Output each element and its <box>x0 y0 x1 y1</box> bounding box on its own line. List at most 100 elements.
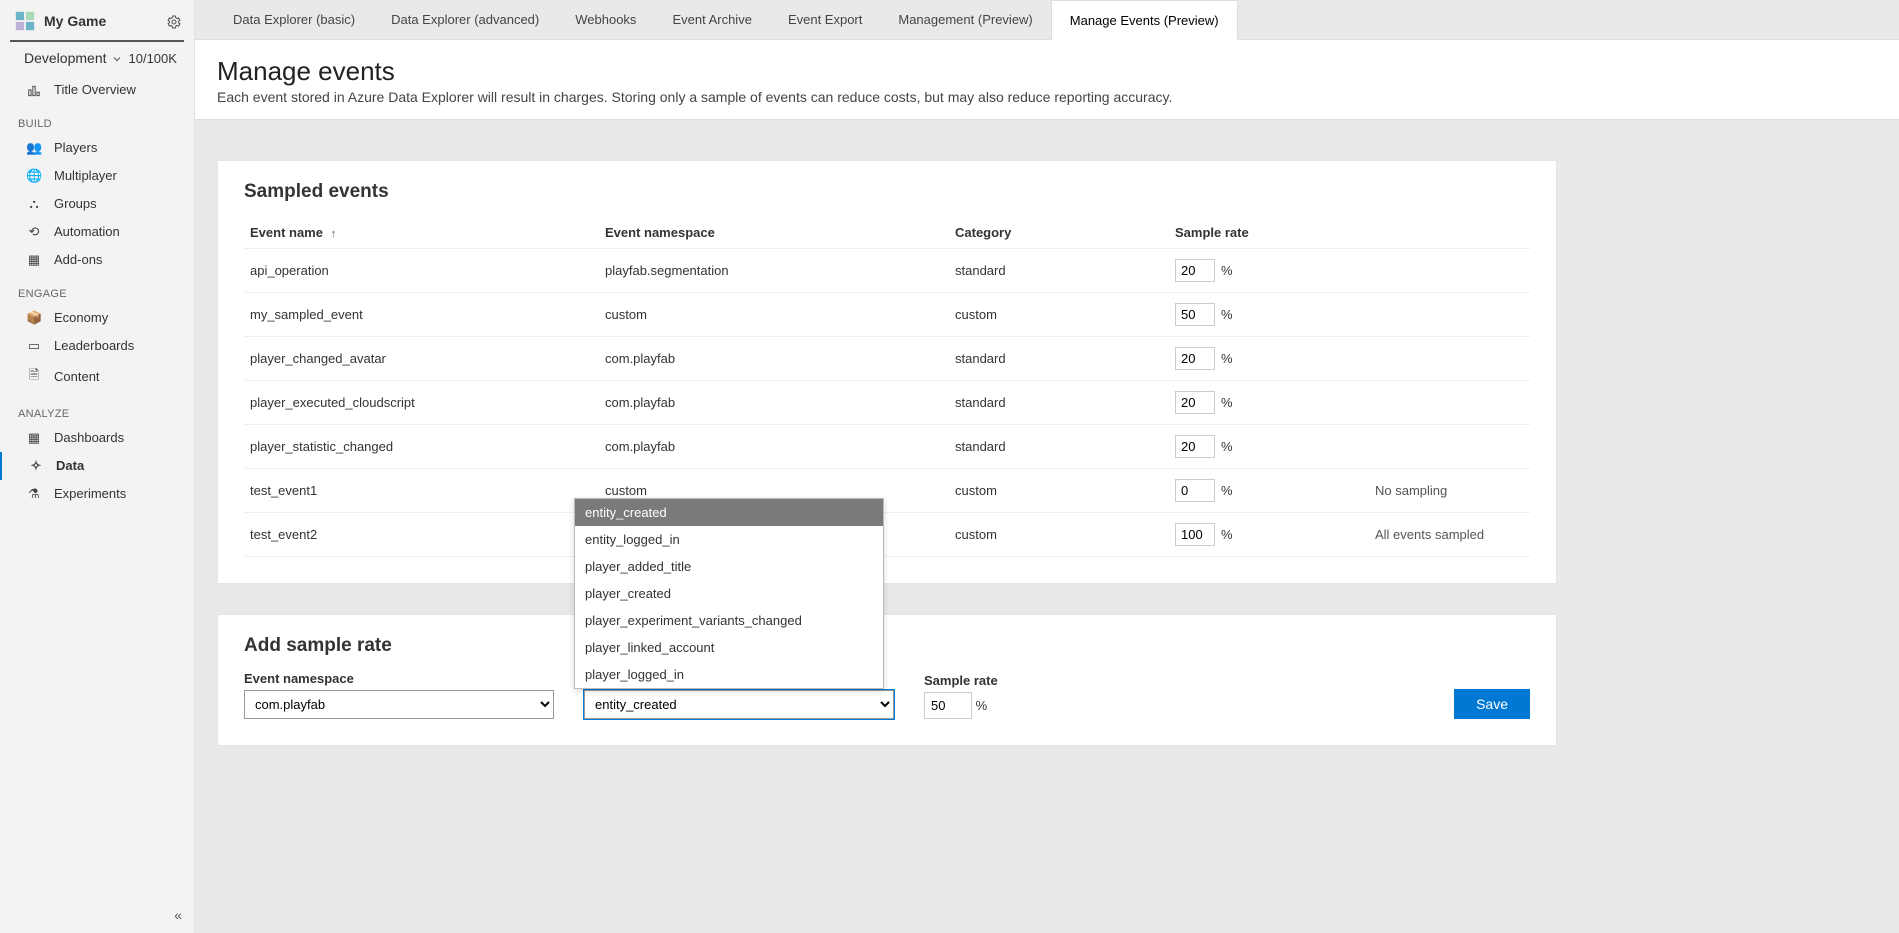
tab-data-explorer-basic-[interactable]: Data Explorer (basic) <box>215 0 373 39</box>
leaderboards-icon: ▭ <box>26 338 42 354</box>
economy-icon: 📦 <box>26 310 42 326</box>
cell-event-name: my_sampled_event <box>244 293 599 337</box>
cell-event-name: player_changed_avatar <box>244 337 599 381</box>
save-button[interactable]: Save <box>1454 689 1530 719</box>
percent-sign: % <box>1221 263 1233 278</box>
nav-automation[interactable]: ⟲Automation <box>0 218 194 246</box>
cell-note <box>1369 381 1530 425</box>
sort-ascending-icon: ↑ <box>331 228 337 240</box>
table-row: my_sampled_eventcustomcustom% <box>244 293 1530 337</box>
data-icon: ✧ <box>28 458 44 474</box>
dropdown-option[interactable]: player_experiment_variants_changed <box>575 607 883 634</box>
percent-sign: % <box>1221 483 1233 498</box>
event-name-dropdown[interactable]: entity_createdentity_logged_inplayer_add… <box>574 498 884 689</box>
content-icon: 🗎 <box>26 366 42 388</box>
add-sample-rate-heading: Add sample rate <box>244 635 1530 657</box>
environment-label: Development <box>24 50 107 66</box>
col-label: Event name <box>250 225 323 240</box>
game-title: My Game <box>44 13 158 29</box>
input-sample-rate[interactable] <box>924 692 972 719</box>
row-rate-input[interactable] <box>1175 259 1215 282</box>
players-icon: 👥 <box>26 140 42 156</box>
collapse-sidebar-icon[interactable]: « <box>174 907 182 923</box>
section-engage: ENGAGE <box>0 274 194 304</box>
nav-multiplayer[interactable]: 🌐Multiplayer <box>0 162 194 190</box>
percent-sign: % <box>1221 527 1233 542</box>
cell-rate: % <box>1169 337 1369 381</box>
nav-dashboards[interactable]: ▦Dashboards <box>0 424 194 452</box>
cell-category: custom <box>949 469 1169 513</box>
nav-content[interactable]: 🗎 Content <box>0 360 194 394</box>
dropdown-option[interactable]: entity_logged_in <box>575 526 883 553</box>
table-row: test_event1customcustom%No sampling <box>244 469 1530 513</box>
automation-icon: ⟲ <box>26 224 42 240</box>
nav-economy[interactable]: 📦Economy <box>0 304 194 332</box>
row-rate-input[interactable] <box>1175 435 1215 458</box>
nav-label: Content <box>54 369 100 384</box>
experiments-icon: ⚗ <box>26 486 42 502</box>
nav-players[interactable]: 👥Players <box>0 134 194 162</box>
percent-sign: % <box>976 698 988 713</box>
percent-sign: % <box>1221 307 1233 322</box>
cell-namespace: com.playfab <box>599 425 949 469</box>
nav-label: Experiments <box>54 486 126 501</box>
cell-category: standard <box>949 337 1169 381</box>
percent-sign: % <box>1221 395 1233 410</box>
select-event-namespace[interactable]: com.playfab <box>244 690 554 719</box>
col-event-namespace[interactable]: Event namespace <box>599 217 949 249</box>
nav-leaderboards[interactable]: ▭Leaderboards <box>0 332 194 360</box>
dropdown-option[interactable]: player_created <box>575 580 883 607</box>
tab-data-explorer-advanced-[interactable]: Data Explorer (advanced) <box>373 0 557 39</box>
chart-icon <box>26 82 42 98</box>
nav-groups[interactable]: ⛬Groups <box>0 190 194 218</box>
nav-label: Data <box>56 458 84 473</box>
cell-category: standard <box>949 381 1169 425</box>
dropdown-option[interactable]: player_logged_in <box>575 661 883 688</box>
dropdown-option[interactable]: player_added_title <box>575 553 883 580</box>
cell-category: custom <box>949 513 1169 557</box>
nav-title-overview[interactable]: Title Overview <box>0 76 194 104</box>
cell-note <box>1369 425 1530 469</box>
col-sample-rate[interactable]: Sample rate <box>1169 217 1369 249</box>
tab-management-preview-[interactable]: Management (Preview) <box>880 0 1050 39</box>
dropdown-option[interactable]: entity_created <box>575 499 883 526</box>
row-rate-input[interactable] <box>1175 391 1215 414</box>
section-analyze: ANALYZE <box>0 394 194 424</box>
nav-label: Title Overview <box>54 82 136 97</box>
dropdown-option[interactable]: player_linked_account <box>575 634 883 661</box>
usage-counter: 10/100K <box>129 51 177 66</box>
nav-data[interactable]: ✧ Data <box>0 452 194 480</box>
cell-namespace: playfab.segmentation <box>599 249 949 293</box>
environment-selector[interactable]: Development <box>24 50 123 66</box>
cell-category: standard <box>949 249 1169 293</box>
cell-note <box>1369 293 1530 337</box>
cell-event-name: player_executed_cloudscript <box>244 381 599 425</box>
cell-note: No sampling <box>1369 469 1530 513</box>
select-event-name[interactable]: entity_created <box>584 690 894 719</box>
col-event-name[interactable]: Event name ↑ <box>244 217 599 249</box>
dashboards-icon: ▦ <box>26 430 42 446</box>
page-subtitle: Each event stored in Azure Data Explorer… <box>217 89 1877 105</box>
sidebar: My Game Development 10/100K Title Overvi… <box>0 0 195 933</box>
row-rate-input[interactable] <box>1175 523 1215 546</box>
nav-addons[interactable]: ▦Add-ons <box>0 246 194 274</box>
row-rate-input[interactable] <box>1175 303 1215 326</box>
sampled-events-table: Event name ↑ Event namespace Category Sa… <box>244 217 1530 557</box>
tab-webhooks[interactable]: Webhooks <box>557 0 654 39</box>
row-rate-input[interactable] <box>1175 479 1215 502</box>
col-category[interactable]: Category <box>949 217 1169 249</box>
tab-manage-events-preview-[interactable]: Manage Events (Preview) <box>1051 0 1238 40</box>
tab-event-export[interactable]: Event Export <box>770 0 880 39</box>
settings-gear-icon[interactable] <box>166 13 182 29</box>
cell-note <box>1369 337 1530 381</box>
row-rate-input[interactable] <box>1175 347 1215 370</box>
table-row: api_operationplayfab.segmentationstandar… <box>244 249 1530 293</box>
game-logo-icon <box>14 10 36 32</box>
tab-bar: Data Explorer (basic)Data Explorer (adva… <box>195 0 1899 40</box>
nav-experiments[interactable]: ⚗ Experiments <box>0 480 194 508</box>
tab-event-archive[interactable]: Event Archive <box>654 0 770 39</box>
section-build: BUILD <box>0 104 194 134</box>
cell-rate: % <box>1169 425 1369 469</box>
sampled-events-heading: Sampled events <box>244 181 1530 203</box>
addons-icon: ▦ <box>26 252 42 268</box>
